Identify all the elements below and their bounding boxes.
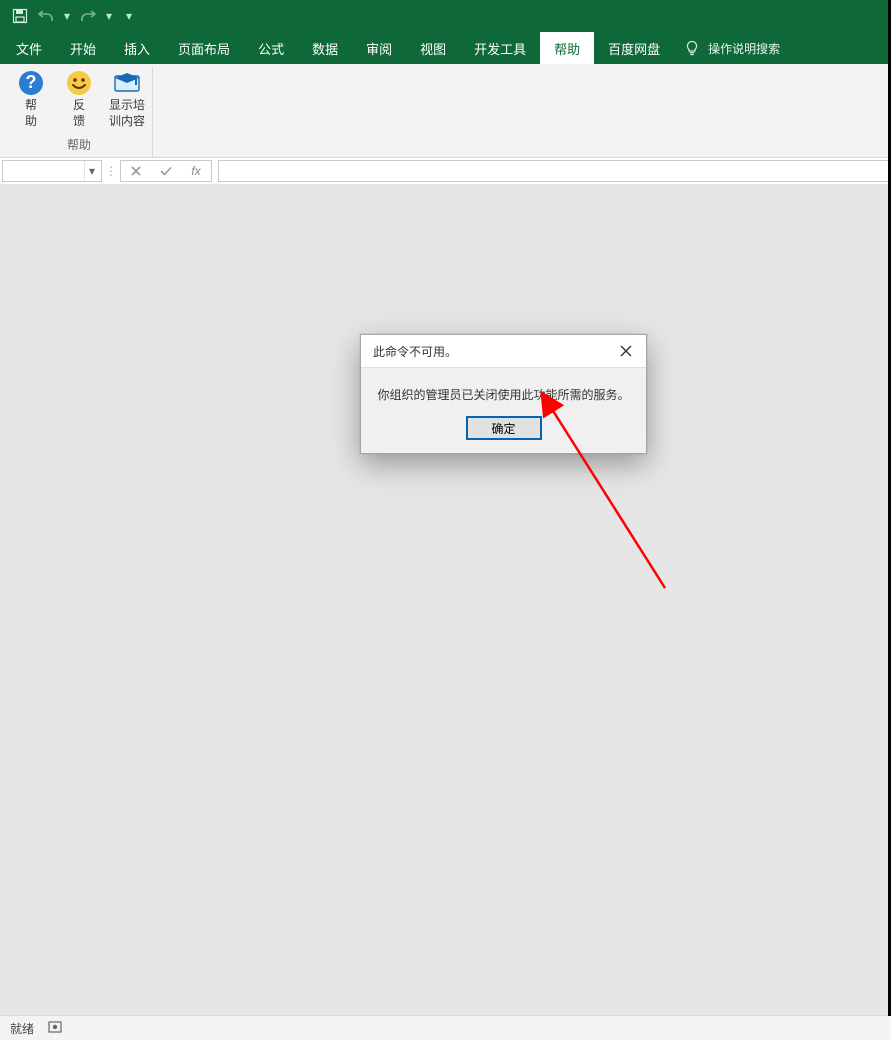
smiley-icon (66, 70, 92, 96)
command-unavailable-dialog: 此命令不可用。 你组织的管理员已关闭使用此功能所需的服务。 确定 (360, 334, 647, 454)
tab-4[interactable]: 公式 (244, 32, 298, 64)
cancel-formula-icon[interactable] (121, 165, 151, 177)
dialog-title-text: 此命令不可用。 (373, 343, 457, 360)
feedback-button-label-l1: 反 (73, 98, 85, 112)
qat-redo-dropdown[interactable]: ▾ (102, 9, 116, 23)
help-button-label-l2: 助 (25, 114, 37, 128)
training-icon (113, 70, 141, 96)
quick-access-toolbar: ▾ ▾ ▾ (0, 0, 891, 32)
tab-7[interactable]: 视图 (406, 32, 460, 64)
tab-2[interactable]: 插入 (110, 32, 164, 64)
ribbon-help: ? 帮 助 反 馈 (0, 64, 891, 158)
menu-tabs: 文件开始插入页面布局公式数据审阅视图开发工具帮助百度网盘 操作说明搜索 (0, 32, 891, 64)
tab-9[interactable]: 帮助 (540, 32, 594, 64)
tab-0[interactable]: 文件 (2, 32, 56, 64)
undo-icon[interactable] (34, 4, 58, 28)
macro-record-icon[interactable] (48, 1020, 62, 1037)
qat-undo-dropdown[interactable]: ▾ (60, 9, 74, 23)
dialog-message: 你组织的管理员已关闭使用此功能所需的服务。 (377, 386, 629, 403)
ok-button-label: 确定 (491, 420, 515, 437)
ribbon-group-help: ? 帮 助 反 馈 (6, 68, 153, 157)
svg-text:?: ? (26, 72, 37, 92)
workspace-background (0, 184, 891, 1016)
formula-input[interactable] (219, 161, 891, 181)
tell-me-label: 操作说明搜索 (708, 40, 780, 57)
feedback-button[interactable]: 反 馈 (58, 68, 100, 134)
dialog-titlebar[interactable]: 此命令不可用。 (361, 335, 646, 367)
tab-6[interactable]: 审阅 (352, 32, 406, 64)
feedback-button-label-l2: 馈 (73, 114, 85, 128)
tell-me-search[interactable]: 操作说明搜索 (684, 32, 780, 64)
show-training-button-label-l1: 显示培 (109, 98, 145, 112)
show-training-button-label-l2: 训内容 (109, 114, 145, 128)
close-icon[interactable] (606, 335, 646, 367)
tab-3[interactable]: 页面布局 (164, 32, 244, 64)
status-bar: 就绪 (0, 1015, 891, 1040)
qat-customize-dropdown[interactable]: ▾ (122, 9, 136, 23)
status-text: 就绪 (10, 1020, 34, 1037)
name-box[interactable]: ▾ (2, 160, 102, 182)
fx-icon[interactable]: fx (181, 164, 211, 178)
ok-button[interactable]: 确定 (467, 417, 541, 439)
help-circle-icon: ? (18, 70, 44, 96)
tab-8[interactable]: 开发工具 (460, 32, 540, 64)
formula-bar: ▾ ⋮ fx (0, 158, 891, 185)
chevron-down-icon[interactable]: ▾ (84, 161, 99, 181)
help-button-label-l1: 帮 (25, 98, 37, 112)
show-training-button[interactable]: 显示培 训内容 (106, 68, 148, 134)
redo-icon[interactable] (76, 4, 100, 28)
formula-controls: fx (120, 160, 212, 182)
tab-10[interactable]: 百度网盘 (594, 32, 674, 64)
help-button[interactable]: ? 帮 助 (10, 68, 52, 134)
tab-5[interactable]: 数据 (298, 32, 352, 64)
tab-1[interactable]: 开始 (56, 32, 110, 64)
enter-formula-icon[interactable] (151, 165, 181, 177)
save-icon[interactable] (8, 4, 32, 28)
splitter-handle[interactable]: ⋮ (106, 158, 116, 184)
ribbon-group-label: 帮助 (67, 134, 91, 157)
lightbulb-icon (684, 40, 700, 56)
